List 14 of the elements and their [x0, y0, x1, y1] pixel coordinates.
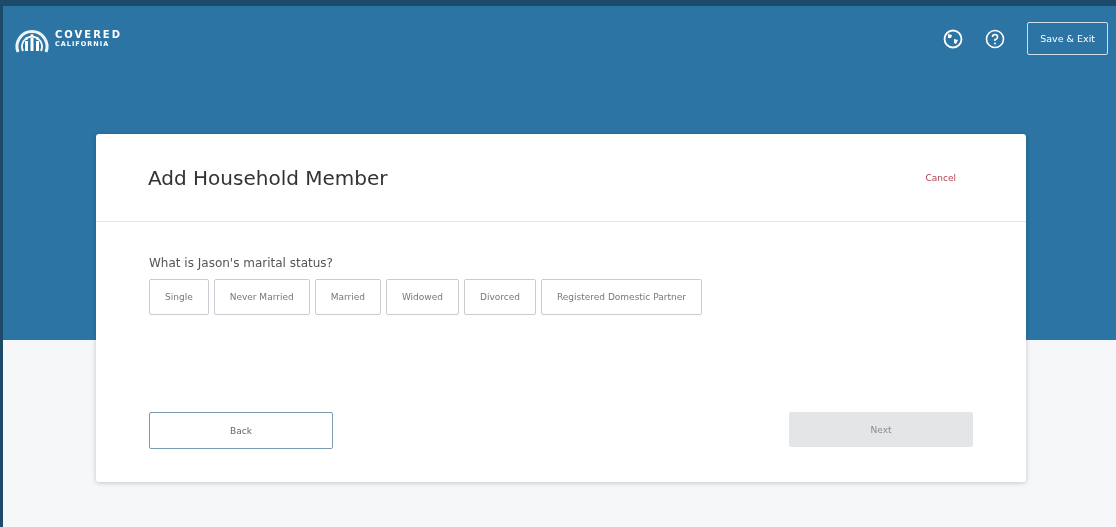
option-button[interactable]: Widowed [385, 279, 459, 315]
card-title: Add Household Member [148, 165, 388, 190]
back-button[interactable]: Back [149, 412, 333, 449]
option-button[interactable]: Never Married [213, 279, 310, 315]
option-button[interactable]: Married [314, 279, 381, 315]
logo-text: COVERED [55, 29, 122, 40]
globe-icon[interactable] [943, 28, 964, 49]
option-button[interactable]: Single [149, 279, 209, 315]
option-button[interactable]: Registered Domestic Partner [540, 279, 702, 315]
option-button[interactable]: Divorced [463, 279, 536, 315]
cancel-link[interactable]: Cancel [925, 172, 956, 183]
help-icon[interactable] [985, 28, 1006, 49]
question-text: What is Jason's marital status? [149, 256, 334, 270]
save-exit-button[interactable]: Save & Exit [1027, 22, 1108, 55]
